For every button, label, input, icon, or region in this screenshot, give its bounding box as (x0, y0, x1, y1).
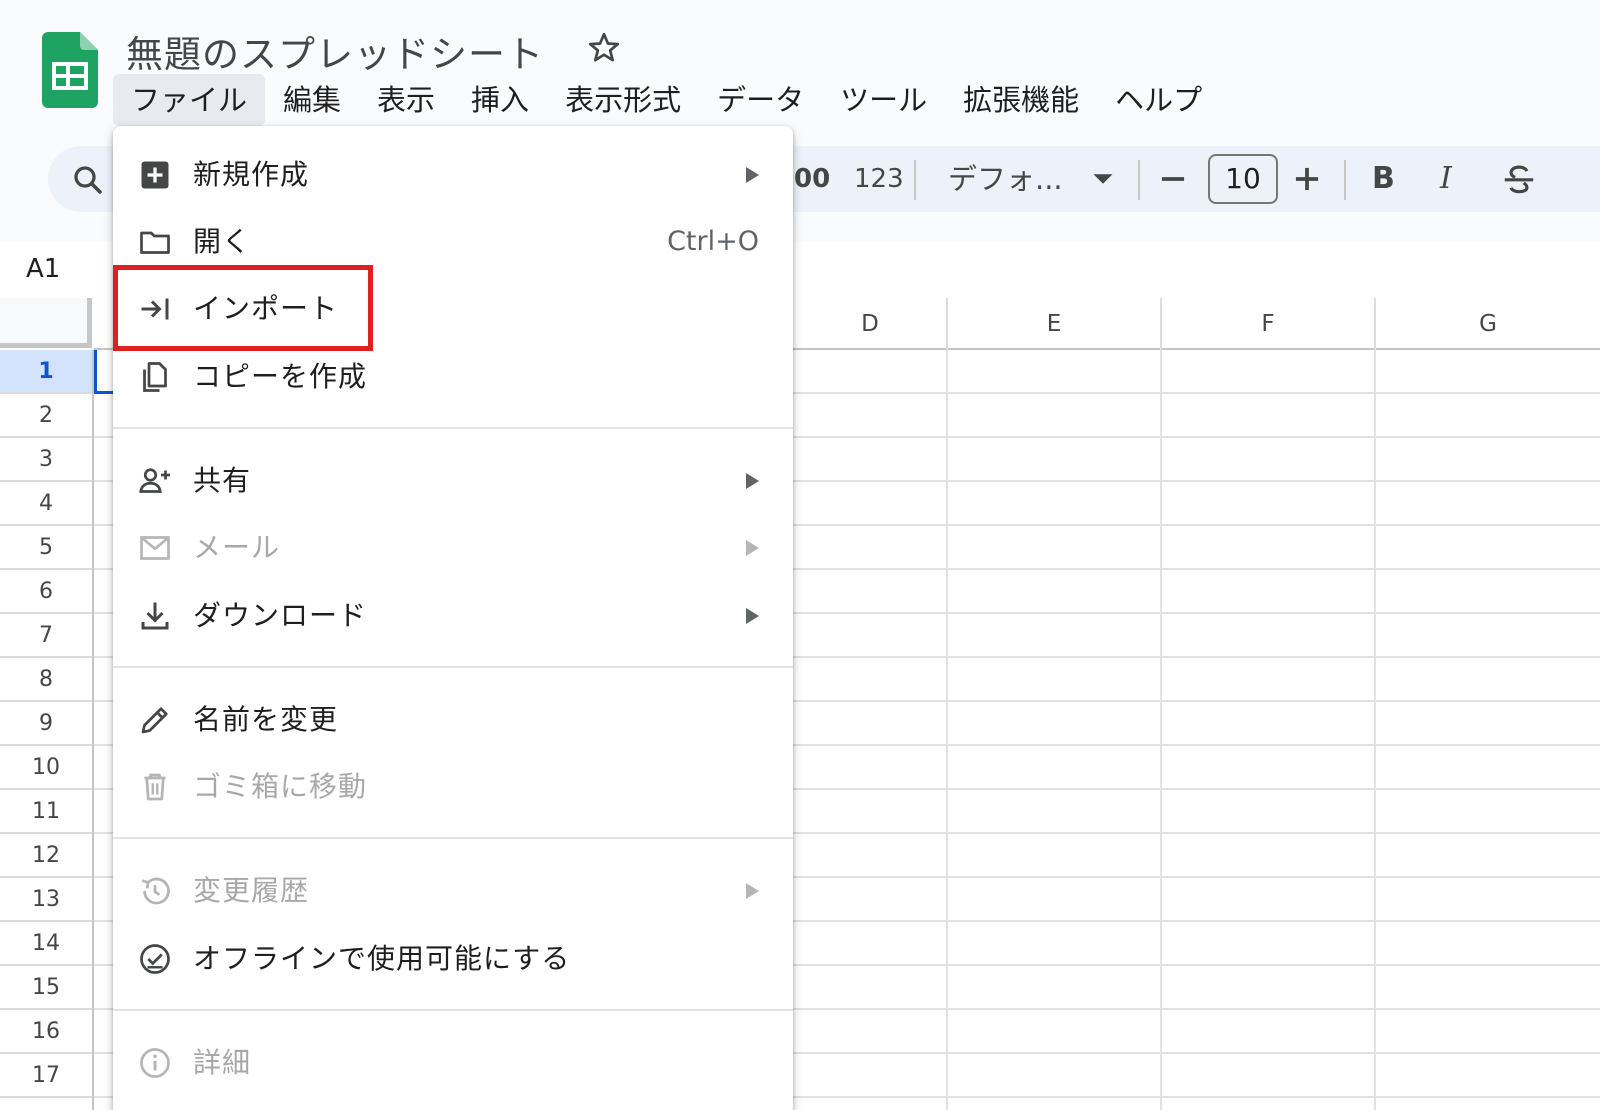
font-size-input[interactable]: 10 (1208, 154, 1278, 204)
download-icon (141, 602, 169, 630)
column-header-g[interactable]: G (1376, 298, 1600, 350)
row-header[interactable]: 11 (0, 790, 92, 834)
new-spreadsheet-icon (141, 161, 169, 189)
submenu-arrow-icon (746, 167, 759, 183)
strikethrough-icon[interactable] (1500, 160, 1538, 198)
menu-bar: ファイル 編集 表示 挿入 表示形式 データ ツール 拡張機能 ヘルプ (113, 74, 1220, 126)
menu-item-version-history[interactable]: 変更履歴 (113, 858, 793, 924)
menu-item-label: 名前を変更 (193, 703, 339, 736)
row-header[interactable]: 17 (0, 1054, 92, 1098)
increase-decimal-button[interactable]: 00 (794, 146, 830, 212)
menu-item-details[interactable]: 詳細 (113, 1030, 793, 1096)
column-header-d[interactable]: D (794, 298, 948, 350)
menu-tools[interactable]: ツール (822, 74, 945, 126)
menu-item-label: 新規作成 (193, 158, 310, 191)
star-icon[interactable] (586, 30, 622, 66)
submenu-arrow-icon (746, 540, 759, 556)
menu-divider (113, 427, 793, 429)
pencil-icon (141, 707, 168, 734)
menu-item-rename[interactable]: 名前を変更 (113, 687, 793, 753)
row-header[interactable]: 2 (0, 394, 92, 438)
row-header[interactable]: 15 (0, 966, 92, 1010)
menu-item-label: 詳細 (193, 1046, 252, 1079)
menu-insert[interactable]: 挿入 (453, 74, 547, 126)
submenu-arrow-icon (746, 473, 759, 489)
bold-button[interactable]: B (1372, 146, 1395, 212)
row-header[interactable]: 4 (0, 482, 92, 526)
menu-item-make-copy[interactable]: コピーを作成 (113, 344, 793, 410)
menu-divider (113, 837, 793, 839)
number-format-button[interactable]: 123 (854, 146, 904, 212)
trash-icon (144, 773, 166, 801)
menu-divider (113, 666, 793, 668)
toolbar-divider (914, 160, 916, 200)
menu-item-make-offline[interactable]: オフラインで使用可能にする (113, 926, 793, 992)
menu-item-label: 変更履歴 (193, 874, 310, 907)
chevron-down-icon[interactable] (1084, 160, 1122, 198)
submenu-arrow-icon (746, 883, 759, 899)
menu-item-label: オフラインで使用可能にする (193, 942, 571, 975)
row-header[interactable]: 5 (0, 526, 92, 570)
column-header-f[interactable]: F (1162, 298, 1376, 350)
toolbar-divider (1344, 160, 1346, 200)
menu-file[interactable]: ファイル (113, 74, 266, 126)
menu-item-label: ゴミ箱に移動 (193, 770, 368, 803)
row-header[interactable]: 14 (0, 922, 92, 966)
menu-item-label: ダウンロード (193, 599, 368, 632)
mail-icon (140, 536, 170, 560)
row-header[interactable]: 13 (0, 878, 92, 922)
plus-icon[interactable] (1288, 160, 1326, 198)
row-header[interactable]: 7 (0, 614, 92, 658)
menu-item-move-to-trash[interactable]: ゴミ箱に移動 (113, 754, 793, 820)
toolbar-divider (1138, 160, 1140, 200)
minus-icon[interactable] (1154, 160, 1192, 198)
menu-item-email[interactable]: メール (113, 515, 793, 581)
search-icon[interactable] (70, 162, 106, 198)
menu-edit[interactable]: 編集 (265, 74, 359, 126)
menu-item-share[interactable]: 共有 (113, 448, 793, 514)
menu-divider (113, 1009, 793, 1011)
menu-view[interactable]: 表示 (359, 74, 453, 126)
row-header[interactable]: 10 (0, 746, 92, 790)
row-header[interactable]: 8 (0, 658, 92, 702)
row-header[interactable]: 6 (0, 570, 92, 614)
grid-column-line (1374, 350, 1376, 1110)
row-headers: 1 2 3 4 5 6 7 8 9 10 11 12 13 14 15 16 17 (0, 350, 94, 1110)
submenu-arrow-icon (746, 608, 759, 624)
row-header[interactable]: 9 (0, 702, 92, 746)
menu-extensions[interactable]: 拡張機能 (945, 74, 1097, 126)
menu-item-label: 共有 (193, 464, 252, 497)
menu-data[interactable]: データ (699, 74, 822, 126)
menu-help[interactable]: ヘルプ (1097, 74, 1220, 126)
grid-column-line (1160, 350, 1162, 1110)
row-header[interactable]: 16 (0, 1010, 92, 1054)
menu-item-label: コピーを作成 (193, 360, 368, 393)
grid-column-line (946, 350, 948, 1110)
keyboard-shortcut: Ctrl+O (667, 226, 759, 257)
row-header[interactable]: 1 (0, 350, 92, 394)
share-person-icon (139, 468, 170, 493)
italic-button[interactable]: I (1440, 146, 1452, 212)
row-header[interactable]: 3 (0, 438, 92, 482)
google-sheets-logo[interactable] (42, 32, 98, 108)
column-header-e[interactable]: E (948, 298, 1162, 350)
menu-format[interactable]: 表示形式 (547, 74, 699, 126)
folder-icon (140, 231, 170, 254)
info-icon (140, 1048, 170, 1078)
row-header[interactable]: 12 (0, 834, 92, 878)
select-all-corner[interactable] (0, 298, 92, 348)
font-family-select[interactable]: デフォ... (948, 146, 1063, 212)
menu-item-download[interactable]: ダウンロード (113, 583, 793, 649)
menu-item-label: メール (193, 531, 281, 564)
history-icon (141, 877, 170, 905)
menu-item-new[interactable]: 新規作成 (113, 142, 793, 208)
import-highlight-annotation (113, 265, 373, 351)
copy-icon (143, 362, 167, 392)
offline-check-icon (140, 944, 170, 974)
name-box[interactable]: A1 (26, 254, 60, 284)
document-title[interactable]: 無題のスプレッドシート (126, 24, 544, 78)
